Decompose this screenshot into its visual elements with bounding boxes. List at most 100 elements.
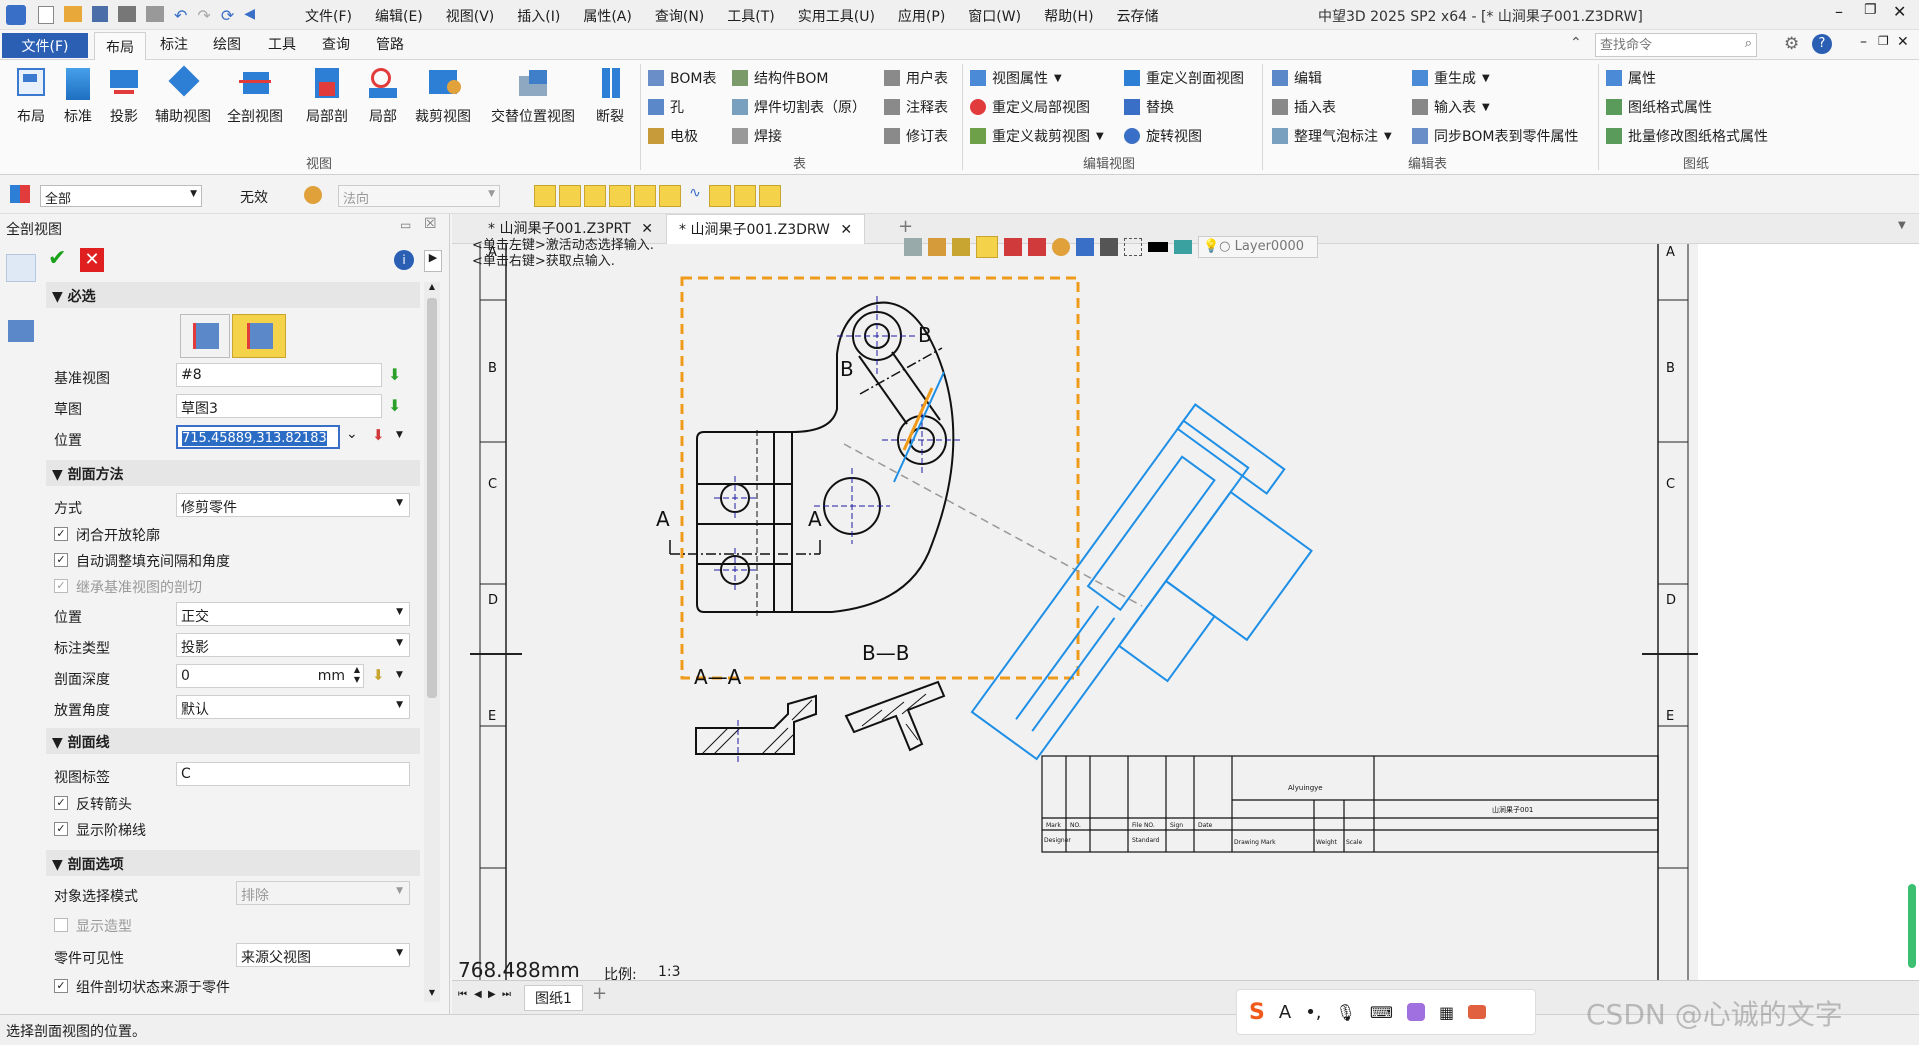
menu-edit[interactable]: 编辑(E) <box>375 6 423 26</box>
search-icon[interactable]: ⌕ <box>1745 36 1752 51</box>
tab-list-icon[interactable]: ▼ <box>1898 220 1906 231</box>
view-manager-icon[interactable] <box>8 320 34 342</box>
alternate-position-view-button[interactable]: 交替位置视图 <box>486 64 580 126</box>
menu-insert[interactable]: 插入(I) <box>517 6 560 26</box>
snap-point-icon[interactable] <box>559 185 581 207</box>
pick-filter-icon[interactable] <box>1004 238 1022 256</box>
doc-close-button[interactable]: ✕ <box>1897 34 1909 50</box>
close-icon[interactable]: ✕ <box>840 222 852 238</box>
tab-tools[interactable]: 工具 <box>268 34 296 54</box>
refresh-icon[interactable]: ⟳ <box>221 6 234 25</box>
section-view-tool-icon[interactable] <box>6 254 36 282</box>
tab-query[interactable]: 查询 <box>322 34 350 54</box>
menu-cloud[interactable]: 云存储 <box>1117 6 1159 26</box>
ok-button[interactable]: ✔ <box>48 248 72 272</box>
panel-pin-icon[interactable]: ▭ <box>400 218 411 232</box>
show-step-line-checkbox[interactable]: ✓ <box>54 822 68 836</box>
menu-file[interactable]: 文件(F) <box>305 6 352 26</box>
sketch-field[interactable]: 草图3 <box>176 394 382 418</box>
scrollbar-thumb[interactable] <box>427 298 437 698</box>
cancel-button[interactable]: ✕ <box>80 248 104 272</box>
new-tab-icon[interactable]: + <box>898 216 913 237</box>
first-sheet-icon[interactable]: ⏮ <box>458 989 467 1000</box>
menu-help[interactable]: 帮助(H) <box>1044 6 1093 26</box>
snap-wave-icon[interactable] <box>709 185 731 207</box>
punctuation-icon[interactable]: •, <box>1305 1002 1321 1023</box>
open-icon[interactable] <box>64 6 82 22</box>
auxiliary-view-button[interactable]: 辅助视图 <box>150 64 216 126</box>
batch-sheet-format-button[interactable]: 批量修改图纸格式属性 <box>1606 126 1768 146</box>
display-icon[interactable] <box>1052 238 1070 256</box>
invalid-label[interactable]: 无效 <box>240 187 268 207</box>
mode-select[interactable]: 修剪零件 ▼ <box>176 493 410 517</box>
auto-adjust-checkbox[interactable]: ✓ <box>54 553 68 567</box>
snap-tangent-icon[interactable] <box>759 185 781 207</box>
restore-button[interactable]: ❐ <box>1864 2 1877 18</box>
sketch-pick-icon[interactable]: ⬇ <box>388 396 401 415</box>
monitor-icon[interactable] <box>1100 238 1118 256</box>
last-sheet-icon[interactable]: ⏭ <box>502 989 511 1000</box>
layout-button[interactable]: 布局 <box>6 64 56 126</box>
position-pick-icon[interactable]: ⬇ <box>372 426 385 444</box>
scroll-up-icon[interactable]: ▲ <box>424 282 440 296</box>
base-view-field[interactable]: #8 <box>176 363 382 387</box>
sheet-format-properties-button[interactable]: 图纸格式属性 <box>1606 97 1712 117</box>
microphone-icon[interactable]: 🎙 <box>1336 1003 1356 1022</box>
depth-pick-icon[interactable]: ⬇ <box>372 666 385 684</box>
add-sheet-icon[interactable]: + <box>592 983 607 1004</box>
menu-tools[interactable]: 工具(T) <box>727 6 774 26</box>
part-visibility-select[interactable]: 来源父视图 ▼ <box>236 943 410 967</box>
search-input[interactable] <box>1600 35 1732 55</box>
next-sheet-icon[interactable]: ▶ <box>488 989 496 1000</box>
chevron-down-icon[interactable]: ▼ <box>396 430 403 440</box>
annotation-type-select[interactable]: 投影 ▼ <box>176 633 410 657</box>
view-filter-icon[interactable] <box>976 236 998 258</box>
base-view-pick-icon[interactable]: ⬇ <box>388 365 401 384</box>
undo-icon[interactable]: ↶ <box>174 6 187 25</box>
replace-button[interactable]: 替换 <box>1124 97 1174 117</box>
filter-icon[interactable] <box>10 185 30 203</box>
snap-line-icon[interactable] <box>584 185 606 207</box>
apps-grid-icon[interactable]: ▦ <box>1439 1003 1454 1022</box>
tab-layout[interactable]: 布局 <box>94 32 146 60</box>
back-icon[interactable]: ◀ <box>244 6 255 25</box>
menu-window[interactable]: 窗口(W) <box>968 6 1021 26</box>
panel-close-icon[interactable]: ☒ <box>424 216 437 232</box>
info-button[interactable]: i <box>394 250 414 270</box>
broken-out-section-button[interactable]: 局部剖 <box>302 64 352 126</box>
inherit-section-checkbox[interactable]: ✓ <box>54 579 68 593</box>
search-box[interactable]: ⌕ <box>1595 33 1757 57</box>
tab-file[interactable]: 文件(F) <box>2 33 88 58</box>
user-table-button[interactable]: 用户表 <box>884 68 948 88</box>
brush-icon[interactable] <box>952 238 970 256</box>
close-button[interactable]: ✕ <box>1893 2 1906 21</box>
break-view-button[interactable]: 断裂 <box>588 64 632 126</box>
menu-query[interactable]: 查询(N) <box>655 6 704 26</box>
doc-restore-button[interactable]: ❐ <box>1878 34 1889 48</box>
chevron-down-icon[interactable]: ▼ <box>396 670 403 680</box>
revision-table-button[interactable]: 修订表 <box>884 126 948 146</box>
position2-select[interactable]: 正交 ▼ <box>176 602 410 626</box>
insert-table-button[interactable]: 插入表 <box>1272 97 1336 117</box>
lasso-icon[interactable] <box>1124 238 1142 256</box>
sheet-tab[interactable]: 图纸1 <box>524 985 583 1011</box>
filter-select[interactable]: 全部 ▼ <box>40 185 202 207</box>
mode-toggle-1[interactable] <box>180 314 230 358</box>
structure-bom-button[interactable]: 结构件BOM <box>732 68 828 88</box>
snap-play-icon[interactable] <box>534 185 556 207</box>
view-properties-button[interactable]: 视图属性 ▼ <box>970 68 1062 88</box>
redo-icon[interactable]: ↷ <box>197 6 210 25</box>
panel-scrollbar[interactable]: ▲ ▼ <box>424 282 440 1002</box>
menu-apps[interactable]: 应用(P) <box>898 6 945 26</box>
menu-attribute[interactable]: 属性(A) <box>583 6 632 26</box>
object-select-mode-select[interactable]: 排除 ▼ <box>236 881 410 905</box>
section-line[interactable]: ▼ 剖面线 <box>46 728 420 754</box>
spin-icon[interactable]: ▲ ▼ <box>354 665 360 685</box>
dimension-icon[interactable] <box>1076 238 1094 256</box>
snap-endpoint-icon[interactable] <box>609 185 631 207</box>
edit-table-button[interactable]: 编辑 <box>1272 68 1322 88</box>
drawing-area[interactable]: * 山涧果子001.Z3PRT ✕ * 山涧果子001.Z3DRW ✕ + ▼ <box>452 214 1919 1014</box>
collapse-ribbon-icon[interactable]: ⌃ <box>1570 35 1582 51</box>
section-required[interactable]: ▼ 必选 <box>46 282 420 308</box>
snap-center-icon[interactable] <box>634 185 656 207</box>
